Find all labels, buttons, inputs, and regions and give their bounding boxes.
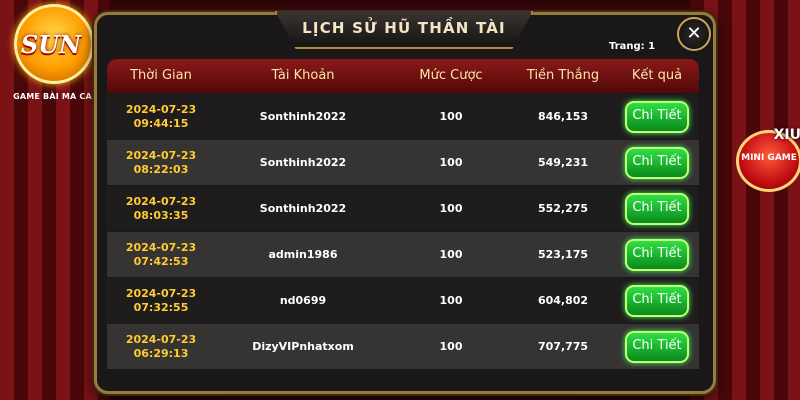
time-cell: 2024-07-23 08:03:35 <box>107 186 215 231</box>
account-cell: DizyVIPnhatxom <box>252 340 354 353</box>
account-cell: nd0699 <box>279 294 327 307</box>
row-time: 09:44:15 <box>133 116 189 130</box>
win-cell: 604,802 <box>537 294 589 307</box>
detail-button[interactable]: Chi Tiết <box>625 146 689 179</box>
header-time: Thời Gian <box>130 68 192 83</box>
time-cell: 2024-07-23 08:22:03 <box>107 140 215 185</box>
table-header: Thời Gian Tài Khoản Mức Cược Tiền Thắng … <box>107 59 699 93</box>
detail-button[interactable]: Chi Tiết <box>625 100 689 133</box>
header-account: Tài Khoản <box>271 68 335 83</box>
bet-cell: 100 <box>439 202 463 215</box>
time-cell: 2024-07-23 09:44:15 <box>107 94 215 139</box>
table-row: 2024-07-23 08:03:35 Sonthinh2022 100 552… <box>107 186 699 231</box>
row-time: 06:29:13 <box>133 346 189 360</box>
table-row: 2024-07-23 08:22:03 Sonthinh2022 100 549… <box>107 140 699 185</box>
detail-button[interactable]: Chi Tiết <box>625 284 689 317</box>
result-cell: Chi Tiết <box>615 94 699 139</box>
jackpot-history-dialog: LỊCH SỬ HŨ THẦN TÀI ✕ Trang: 1 Thời Gian… <box>94 11 716 394</box>
result-cell: Chi Tiết <box>615 140 699 185</box>
header-result: Kết quả <box>631 68 683 83</box>
header-bet: Mức Cược <box>419 68 483 83</box>
title-plate: LỊCH SỬ HŨ THẦN TÀI <box>275 11 533 49</box>
mini-game-button[interactable]: XIU MINI GAME <box>736 127 800 192</box>
row-date: 2024-07-23 <box>125 240 197 254</box>
table-row: 2024-07-23 09:44:15 Sonthinh2022 100 846… <box>107 94 699 139</box>
detail-button[interactable]: Chi Tiết <box>625 192 689 225</box>
row-time: 07:32:55 <box>133 300 189 314</box>
row-date: 2024-07-23 <box>125 286 197 300</box>
time-cell: 2024-07-23 06:29:13 <box>107 324 215 369</box>
time-cell: 2024-07-23 07:42:53 <box>107 232 215 277</box>
bet-cell: 100 <box>439 294 463 307</box>
account-cell: admin1986 <box>268 248 338 261</box>
win-cell: 552,275 <box>537 202 589 215</box>
close-icon[interactable]: ✕ <box>677 17 711 51</box>
bet-cell: 100 <box>439 110 463 123</box>
logo-tagline: GAME BÀI MA CAO <box>13 92 99 101</box>
bet-cell: 100 <box>439 156 463 169</box>
bet-cell: 100 <box>439 340 463 353</box>
row-time: 07:42:53 <box>133 254 189 268</box>
row-time: 08:22:03 <box>133 162 189 176</box>
win-cell: 523,175 <box>537 248 589 261</box>
row-date: 2024-07-23 <box>125 332 197 346</box>
history-table: Thời Gian Tài Khoản Mức Cược Tiền Thắng … <box>107 59 699 369</box>
win-cell: 549,231 <box>537 156 589 169</box>
logo-text: SUN <box>20 30 82 59</box>
time-cell: 2024-07-23 07:32:55 <box>107 278 215 323</box>
win-cell: 846,153 <box>537 110 589 123</box>
dialog-title: LỊCH SỬ HŨ THẦN TÀI <box>302 19 506 37</box>
table-row: 2024-07-23 07:32:55 nd0699 100 604,802 C… <box>107 278 699 323</box>
mini-game-badge: XIU <box>773 127 800 143</box>
detail-button[interactable]: Chi Tiết <box>625 238 689 271</box>
row-date: 2024-07-23 <box>125 148 197 162</box>
row-date: 2024-07-23 <box>125 102 197 116</box>
account-cell: Sonthinh2022 <box>259 156 347 169</box>
table-row: 2024-07-23 06:29:13 DizyVIPnhatxom 100 7… <box>107 324 699 369</box>
result-cell: Chi Tiết <box>615 232 699 277</box>
account-cell: Sonthinh2022 <box>259 110 347 123</box>
account-cell: Sonthinh2022 <box>259 202 347 215</box>
result-cell: Chi Tiết <box>615 278 699 323</box>
row-date: 2024-07-23 <box>125 194 197 208</box>
win-cell: 707,775 <box>537 340 589 353</box>
header-win: Tiền Thắng <box>526 68 600 83</box>
detail-button[interactable]: Chi Tiết <box>625 330 689 363</box>
row-time: 08:03:35 <box>133 208 189 222</box>
bet-cell: 100 <box>439 248 463 261</box>
page-indicator: Trang: 1 <box>609 41 656 52</box>
table-row: 2024-07-23 07:42:53 admin1986 100 523,17… <box>107 232 699 277</box>
result-cell: Chi Tiết <box>615 186 699 231</box>
mini-game-label: MINI GAME <box>741 153 797 163</box>
sunwin-logo: SUN GAME BÀI MA CAO <box>6 4 99 112</box>
result-cell: Chi Tiết <box>615 324 699 369</box>
